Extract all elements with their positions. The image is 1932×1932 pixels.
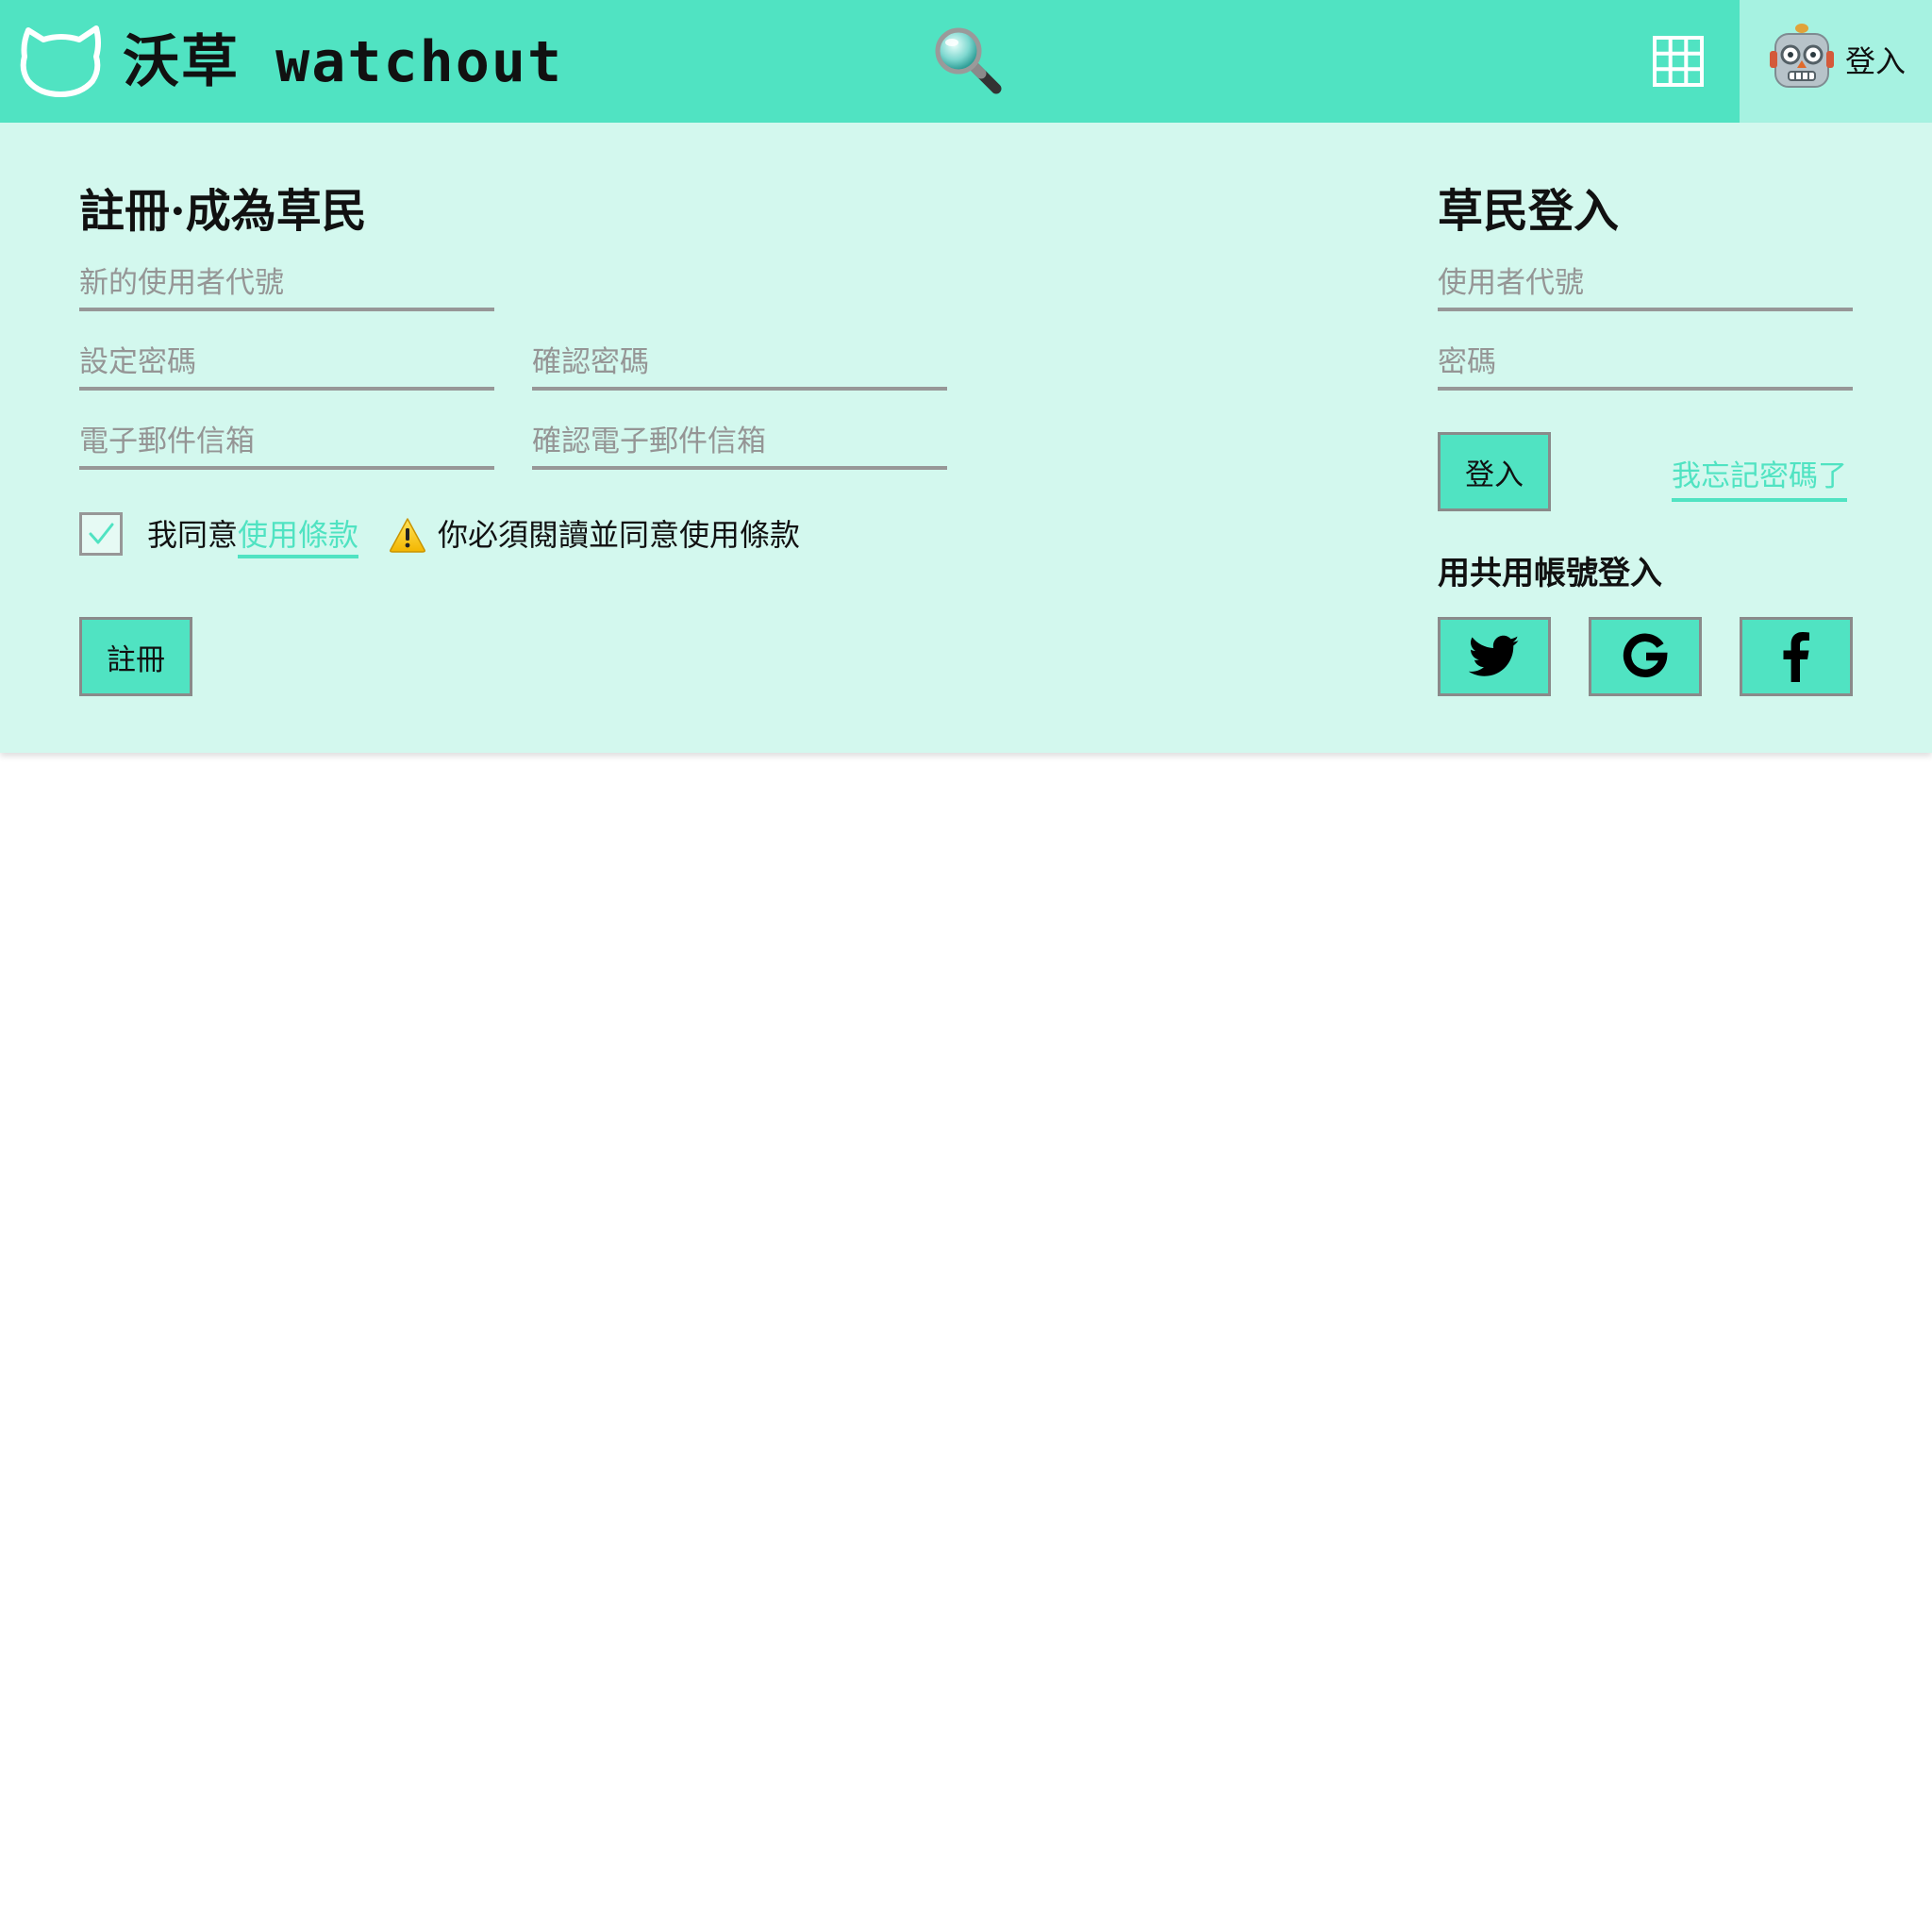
confirm-email-input[interactable] (532, 417, 947, 470)
terms-link[interactable]: 使用條款 (238, 517, 359, 558)
email-input[interactable] (79, 417, 494, 470)
warning-icon (390, 518, 425, 553)
robot-icon (1770, 24, 1834, 88)
user-login-button[interactable]: 登入 (1740, 0, 1932, 123)
password-input[interactable] (1438, 338, 1853, 391)
top-navbar: 沃草 watchout 登入 (0, 0, 1932, 123)
register-title: 註冊·成為草民 (79, 185, 367, 238)
register-button[interactable]: 註冊 (79, 617, 192, 696)
auth-panel: 註冊·成為草民 我同意使用條款 你必須閱讀並同意使用條款 註冊 草民登入 登入 … (0, 123, 1932, 753)
login-title: 草民登入 (1438, 185, 1620, 238)
cat-logo-icon[interactable] (19, 23, 104, 98)
twitter-login-button[interactable] (1438, 617, 1551, 696)
terms-checkbox[interactable] (79, 512, 123, 556)
new-username-input[interactable] (79, 258, 494, 311)
facebook-login-button[interactable] (1740, 617, 1853, 696)
google-icon (1623, 633, 1668, 678)
login-button[interactable]: 登入 (1438, 432, 1551, 511)
magnifier-icon[interactable] (932, 25, 1004, 96)
google-login-button[interactable] (1589, 617, 1702, 696)
terms-warning-text: 你必須閱讀並同意使用條款 (438, 517, 801, 553)
twitter-icon (1469, 635, 1520, 676)
forgot-password-link[interactable]: 我忘記密碼了 (1672, 455, 1847, 502)
check-icon (89, 523, 114, 544)
terms-agreement: 我同意使用條款 (147, 511, 359, 558)
facebook-icon (1783, 632, 1809, 682)
username-input[interactable] (1438, 258, 1853, 311)
grid-icon[interactable] (1653, 36, 1704, 87)
set-password-input[interactable] (79, 338, 494, 391)
user-login-label: 登入 (1845, 43, 1907, 79)
confirm-password-input[interactable] (532, 338, 947, 391)
agree-prefix: 我同意 (147, 517, 239, 553)
social-login-title: 用共用帳號登入 (1438, 555, 1662, 592)
brand-name[interactable]: 沃草 watchout (123, 26, 563, 98)
